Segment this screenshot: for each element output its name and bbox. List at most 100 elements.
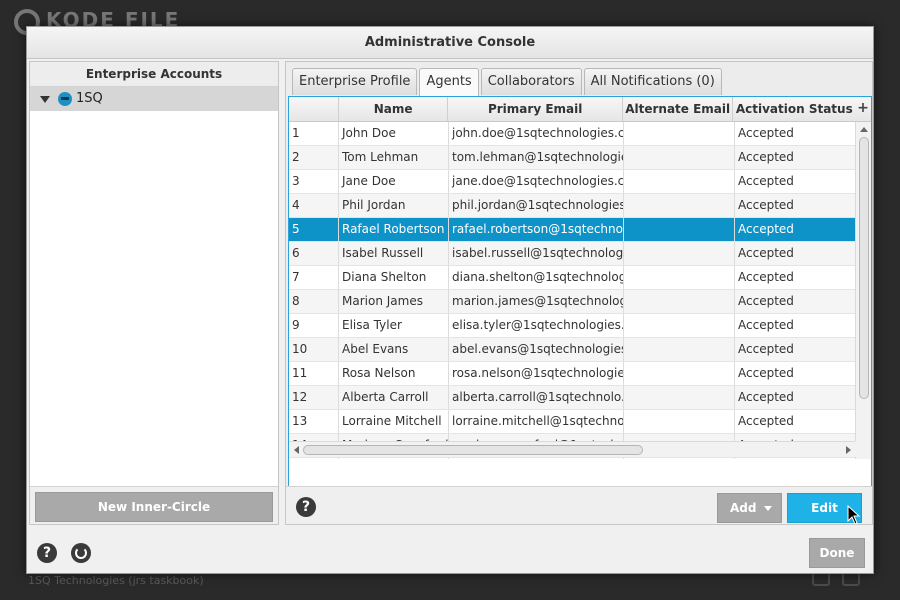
- activation-status-cell: Accepted: [738, 246, 794, 260]
- activation-status-cell: Accepted: [735, 458, 857, 459]
- alternate-email-cell: [624, 146, 735, 169]
- alternate-email-cell: [624, 242, 735, 265]
- help-icon[interactable]: ?: [37, 543, 57, 563]
- horizontal-scrollbar[interactable]: [289, 441, 857, 457]
- alternate-email-cell: [624, 458, 735, 459]
- activation-status-cell: Accepted: [738, 294, 794, 308]
- activation-status-cell: Accepted: [738, 318, 794, 332]
- alternate-email-cell: [624, 170, 735, 193]
- table-row[interactable]: 6 Isabel Russell isabel.russell@1sqtechnol…: [289, 242, 857, 266]
- table-row[interactable]: 11 Rosa Nelson rosa.nelson@1sqtechnologie.…: [289, 362, 857, 386]
- primary-email-cell: elisa.tyler@1sqtechnologies....: [449, 314, 624, 337]
- table-header: Name Primary Email Alternate Email Activ…: [289, 97, 871, 122]
- dialog-title: Administrative Console: [27, 27, 873, 59]
- primary-email-cell: alberta.carroll@1sqtechnolo...: [449, 386, 624, 409]
- add-column-icon[interactable]: +: [855, 97, 871, 121]
- alternate-email-cell: [624, 266, 735, 289]
- primary-email-cell: john.doe@1sqtechnologies.c...: [449, 122, 624, 145]
- table-row[interactable]: 13 Lorraine Mitchell lorraine.mitchell@1sq…: [289, 410, 857, 434]
- primary-email-cell: lydia.hamilton@1sqtechnolo...: [449, 458, 624, 459]
- table-row[interactable]: 2 Tom Lehman tom.lehman@1sqtechnologie... A…: [289, 146, 857, 170]
- primary-email-cell: phil.jordan@1sqtechnologies...: [449, 194, 624, 217]
- primary-email-cell: lorraine.mitchell@1sqtechnol...: [449, 410, 624, 433]
- primary-email-cell: marion.james@1sqtechnolog...: [449, 290, 624, 313]
- primary-email-cell: isabel.russell@1sqtechnologi...: [449, 242, 624, 265]
- name-cell: Elisa Tyler: [339, 314, 449, 337]
- tab-agents[interactable]: Agents: [419, 68, 479, 96]
- table-row[interactable]: 7 Diana Shelton diana.shelton@1sqtechnolog…: [289, 266, 857, 290]
- column-header-activation-status[interactable]: Activation Status: [733, 97, 855, 121]
- row-number-cell: 3: [289, 170, 339, 193]
- table-row[interactable]: 8 Marion James marion.james@1sqtechnolog..…: [289, 290, 857, 314]
- activation-status-cell: Accepted: [738, 174, 794, 188]
- row-number-cell: 5: [289, 218, 339, 241]
- name-cell: Rafael Robertson: [339, 218, 449, 241]
- name-cell: Diana Shelton: [339, 266, 449, 289]
- row-number-cell: 9: [289, 314, 339, 337]
- alternate-email-cell: [624, 410, 735, 433]
- column-header-primary-email[interactable]: Primary Email: [448, 97, 623, 121]
- primary-email-cell: jane.doe@1sqtechnologies.c...: [449, 170, 624, 193]
- alternate-email-cell: [624, 314, 735, 337]
- help-icon[interactable]: ?: [296, 497, 316, 517]
- name-cell: Isabel Russell: [339, 242, 449, 265]
- scroll-left-arrow-icon[interactable]: [294, 446, 299, 454]
- scroll-right-arrow-icon[interactable]: [846, 446, 851, 454]
- tab-enterprise-profile[interactable]: Enterprise Profile: [292, 68, 418, 95]
- horizontal-scroll-thumb[interactable]: [303, 445, 643, 455]
- table-row[interactable]: 1 John Doe john.doe@1sqtechnologies.c... Ac…: [289, 122, 857, 146]
- alternate-email-cell: [624, 338, 735, 361]
- alternate-email-cell: [624, 194, 735, 217]
- administrative-console-dialog: Administrative Console Enterprise Accoun…: [26, 26, 874, 574]
- row-number-cell: 10: [289, 338, 339, 361]
- refresh-icon[interactable]: [71, 543, 91, 563]
- table-row[interactable]: 12 Alberta Carroll alberta.carroll@1sqtech…: [289, 386, 857, 410]
- table-row[interactable]: 3 Jane Doe jane.doe@1sqtechnologies.c... Ac…: [289, 170, 857, 194]
- add-button[interactable]: Add: [717, 493, 782, 523]
- primary-email-cell: diana.shelton@1sqtechnolog...: [449, 266, 624, 289]
- scroll-up-arrow-icon[interactable]: [860, 127, 868, 132]
- table-body: 1 John Doe john.doe@1sqtechnologies.c... Ac…: [289, 122, 857, 459]
- row-number-cell: 15: [289, 458, 339, 459]
- table-row[interactable]: 5 Rafael Robertson rafael.robertson@1sqtec…: [289, 218, 857, 242]
- done-button[interactable]: Done: [809, 538, 865, 568]
- row-number-cell: 4: [289, 194, 339, 217]
- primary-email-cell: tom.lehman@1sqtechnologie...: [449, 146, 624, 169]
- column-header-alternate-email[interactable]: Alternate Email: [623, 97, 734, 121]
- name-cell: Alberta Carroll: [339, 386, 449, 409]
- table-row[interactable]: 10 Abel Evans abel.evans@1sqtechnologies..…: [289, 338, 857, 362]
- alternate-email-cell: [624, 362, 735, 385]
- column-header-name[interactable]: Name: [339, 97, 449, 121]
- agents-table: Name Primary Email Alternate Email Activ…: [288, 96, 872, 487]
- name-cell: Jane Doe: [339, 170, 449, 193]
- column-header-number[interactable]: [289, 97, 339, 121]
- alternate-email-cell: [624, 218, 735, 241]
- left-panel-footer: New Inner-Circle: [30, 486, 278, 524]
- name-cell: Lorraine Mitchell: [339, 410, 449, 433]
- name-cell: John Doe: [339, 122, 449, 145]
- tree-item-label: 1SQ: [76, 91, 103, 106]
- tab-all-notifications[interactable]: All Notifications (0): [583, 68, 722, 95]
- name-cell: Rosa Nelson: [339, 362, 449, 385]
- enterprise-accounts-panel: Enterprise Accounts 1SQ New Inner-Circle: [29, 61, 279, 525]
- activation-status-cell: Accepted: [738, 198, 794, 212]
- enterprise-icon: [58, 92, 72, 106]
- row-number-cell: 11: [289, 362, 339, 385]
- activation-status-cell: Accepted: [738, 414, 794, 428]
- primary-email-cell: rafael.robertson@1sqtechnol...: [449, 218, 624, 241]
- tab-collaborators[interactable]: Collaborators: [480, 68, 582, 95]
- row-number-cell: 2: [289, 146, 339, 169]
- tree-item-1sq[interactable]: 1SQ: [30, 87, 278, 111]
- vertical-scrollbar[interactable]: [855, 122, 871, 459]
- new-inner-circle-button[interactable]: New Inner-Circle: [35, 492, 273, 522]
- row-number-cell: 13: [289, 410, 339, 433]
- agents-panel: Enterprise Profile Agents Collaborators …: [285, 61, 873, 525]
- dialog-footer: ? Done: [27, 527, 873, 573]
- expand-arrow-icon[interactable]: [40, 95, 50, 103]
- activation-status-cell: Accepted: [738, 222, 794, 236]
- vertical-scroll-thumb[interactable]: [859, 137, 869, 399]
- table-row[interactable]: 4 Phil Jordan phil.jordan@1sqtechnologies.…: [289, 194, 857, 218]
- table-row[interactable]: 9 Elisa Tyler elisa.tyler@1sqtechnologies.…: [289, 314, 857, 338]
- activation-status-cell: Accepted: [738, 366, 794, 380]
- table-row[interactable]: 15Lydia Hamiltonlydia.hamilton@1sqtechno…: [289, 458, 857, 459]
